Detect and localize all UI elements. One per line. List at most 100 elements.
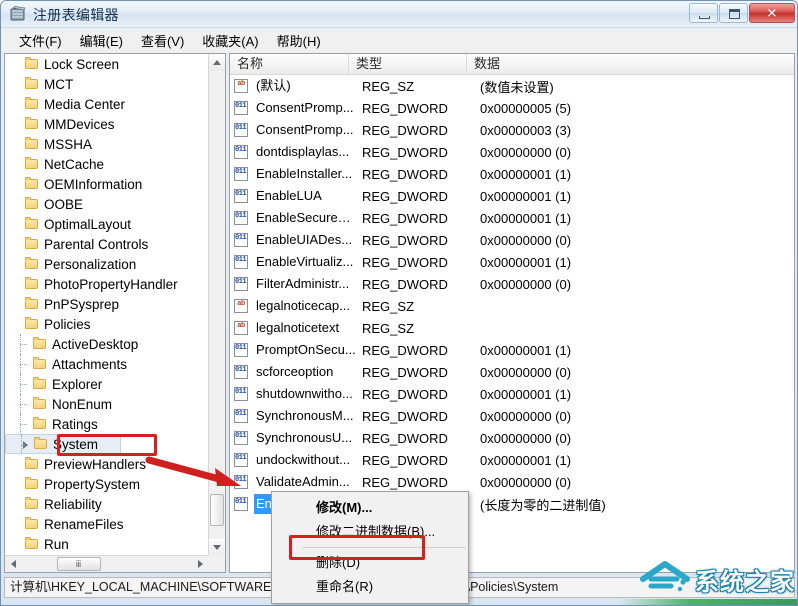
tree-scroll-thumb[interactable] — [210, 494, 224, 526]
value-icon-cell: ab — [230, 321, 254, 335]
table-row[interactable]: 011 100dontdisplaylas...REG_DWORD0x00000… — [230, 141, 794, 163]
tree-node-parental-controls[interactable]: Parental Controls — [5, 234, 209, 254]
tree-spacer — [10, 57, 24, 71]
dword-value-icon: 011 100 — [234, 277, 248, 291]
table-row[interactable]: 011 100ConsentPromp...REG_DWORD0x0000000… — [230, 119, 794, 141]
tree-node-oeminformation[interactable]: OEMInformation — [5, 174, 209, 194]
scroll-up-icon[interactable] — [209, 54, 225, 71]
table-row[interactable]: ablegalnoticetextREG_SZ — [230, 317, 794, 339]
tree-node-reliability[interactable]: Reliability — [5, 494, 209, 514]
tree-node-label: OOBE — [40, 197, 83, 212]
scroll-down-icon[interactable] — [209, 539, 225, 556]
value-data: 0x00000001 (1) — [476, 167, 794, 182]
tree-node-system[interactable]: System — [5, 434, 121, 454]
table-row[interactable]: 011 100PromptOnSecu...REG_DWORD0x0000000… — [230, 339, 794, 361]
dword-value-icon: 011 100 — [234, 453, 248, 467]
scroll-right-icon[interactable] — [192, 556, 209, 572]
value-data: 0x00000000 (0) — [476, 277, 794, 292]
tree-node-explorer[interactable]: Explorer — [5, 374, 209, 394]
value-icon-cell: 011 100 — [230, 211, 254, 225]
column-header-type[interactable]: 类型 — [349, 54, 467, 74]
ctx-modify-binary[interactable]: 修改二进制数据(B)... — [272, 520, 468, 544]
column-header-name[interactable]: 名称 — [230, 54, 349, 74]
tree-node-photopropertyhandler[interactable]: PhotoPropertyHandler — [5, 274, 209, 294]
minimize-button[interactable] — [689, 3, 718, 23]
tree-node-mmdevices[interactable]: MMDevices — [5, 114, 209, 134]
table-row[interactable]: 011 100SynchronousU...REG_DWORD0x0000000… — [230, 427, 794, 449]
tree-node-personalization[interactable]: Personalization — [5, 254, 209, 274]
table-row[interactable]: 011 100SynchronousM...REG_DWORD0x0000000… — [230, 405, 794, 427]
tree-node-renamefiles[interactable]: RenameFiles — [5, 514, 209, 534]
menu-view[interactable]: 查看(V) — [132, 29, 193, 52]
tree-node-attachments[interactable]: Attachments — [5, 354, 209, 374]
close-button[interactable]: ✕ — [749, 3, 795, 23]
value-type: REG_SZ — [358, 299, 476, 314]
tree-node-policies[interactable]: Policies — [5, 314, 209, 334]
table-row[interactable]: 011 100scforceoptionREG_DWORD0x00000000 … — [230, 361, 794, 383]
folder-icon — [24, 197, 40, 211]
tree-node-media-center[interactable]: Media Center — [5, 94, 209, 114]
tree-node-label: PnPSysprep — [40, 297, 119, 312]
table-row[interactable]: 011 100EnableInstaller...REG_DWORD0x0000… — [230, 163, 794, 185]
tree-node-optimallayout[interactable]: OptimalLayout — [5, 214, 209, 234]
table-row[interactable]: 011 100shutdownwitho...REG_DWORD0x000000… — [230, 383, 794, 405]
value-name: PromptOnSecu... — [254, 340, 358, 360]
tree-node-ratings[interactable]: Ratings — [5, 414, 209, 434]
maximize-button[interactable] — [719, 3, 748, 23]
menu-help[interactable]: 帮助(H) — [268, 29, 330, 52]
table-row[interactable]: 011 100EnableVirtualiz...REG_DWORD0x0000… — [230, 251, 794, 273]
column-header-data[interactable]: 数据 — [467, 54, 757, 74]
tree-node-mssha[interactable]: MSSHA — [5, 134, 209, 154]
value-name: EnableSecureU... — [254, 208, 358, 228]
table-row[interactable]: 011 100FilterAdministr...REG_DWORD0x0000… — [230, 273, 794, 295]
table-row[interactable]: 011 100EnableSecureU...REG_DWORD0x000000… — [230, 207, 794, 229]
table-row[interactable]: 011 100undockwithout...REG_DWORD0x000000… — [230, 449, 794, 471]
value-name: ConsentPromp... — [254, 120, 358, 140]
tree-node-label: Explorer — [48, 377, 102, 392]
ctx-rename[interactable]: 重命名(R) — [272, 575, 468, 599]
ctx-delete[interactable]: 删除(D) — [272, 551, 468, 575]
tree-node-run[interactable]: Run — [5, 534, 209, 554]
tree-node-activedesktop[interactable]: ActiveDesktop — [5, 334, 209, 354]
table-row[interactable]: 011 100ConsentPromp...REG_DWORD0x0000000… — [230, 97, 794, 119]
value-name: FilterAdministr... — [254, 274, 358, 294]
tree-node-previewhandlers[interactable]: PreviewHandlers — [5, 454, 209, 474]
close-icon: ✕ — [767, 7, 778, 20]
folder-icon — [33, 437, 49, 451]
tree-node-oobe[interactable]: OOBE — [5, 194, 209, 214]
value-data: 0x00000000 (0) — [476, 431, 794, 446]
menu-favorites[interactable]: 收藏夹(A) — [193, 29, 267, 52]
tree-node-lock-screen[interactable]: Lock Screen — [5, 54, 209, 74]
registry-tree[interactable]: Lock Screen MCT Media Center MMDevicesMSSHA… — [5, 54, 209, 556]
ctx-modify[interactable]: 修改(M)... — [272, 496, 468, 520]
value-data: 0x00000001 (1) — [476, 343, 794, 358]
value-type: REG_DWORD — [358, 211, 476, 226]
value-data: 0x00000001 (1) — [476, 211, 794, 226]
tree-node-label: OEMInformation — [40, 177, 142, 192]
tree-node-pnpsysprep[interactable]: PnPSysprep — [5, 294, 209, 314]
table-row[interactable]: 011 100EnableLUAREG_DWORD0x00000001 (1) — [230, 185, 794, 207]
value-type: REG_DWORD — [358, 101, 476, 116]
chevron-right-icon[interactable] — [19, 437, 33, 451]
value-type: REG_SZ — [358, 321, 476, 336]
tree-vertical-scrollbar[interactable] — [208, 54, 225, 556]
tree-horizontal-scrollbar[interactable]: ⅲ — [5, 555, 209, 572]
folder-icon — [24, 237, 40, 251]
tree-node-label: Media Center — [40, 97, 125, 112]
table-row[interactable]: 011 100EnableUIADes...REG_DWORD0x0000000… — [230, 229, 794, 251]
tree-node-label: MCT — [40, 77, 73, 92]
table-row[interactable]: ablegalnoticecap...REG_SZ — [230, 295, 794, 317]
value-icon-cell: 011 100 — [230, 233, 254, 247]
menu-edit[interactable]: 编辑(E) — [71, 29, 132, 52]
tree-hscroll-thumb[interactable]: ⅲ — [57, 557, 101, 571]
tree-node-nonenum[interactable]: NonEnum — [5, 394, 209, 414]
value-data: (数值未设置) — [476, 77, 794, 96]
table-row[interactable]: 011 100ValidateAdmin...REG_DWORD0x000000… — [230, 471, 794, 493]
menu-file[interactable]: 文件(F) — [10, 29, 71, 52]
tree-node-netcache[interactable]: NetCache — [5, 154, 209, 174]
scroll-left-icon[interactable] — [5, 556, 22, 572]
tree-node-propertysystem[interactable]: PropertySystem — [5, 474, 209, 494]
tree-node-mct[interactable]: MCT — [5, 74, 209, 94]
folder-icon — [24, 477, 40, 491]
table-row[interactable]: ab(默认)REG_SZ(数值未设置) — [230, 75, 794, 97]
